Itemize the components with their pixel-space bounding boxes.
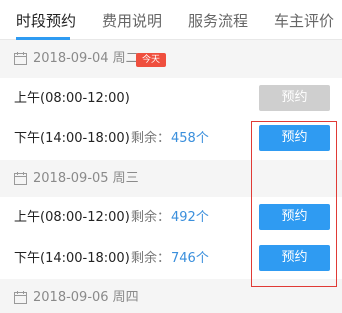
- book-button-disabled[interactable]: 预约: [259, 85, 330, 111]
- date-header: 2018-09-04 周二 今天: [0, 40, 342, 78]
- tab-service-process[interactable]: 服务流程: [188, 0, 248, 40]
- remaining-count: 492个: [171, 210, 209, 225]
- tab-time-slot-booking[interactable]: 时段预约: [16, 0, 76, 40]
- calendar-icon: [14, 52, 27, 65]
- time-slot-row: 下午(14:00-18:00) 剩余： 458个 预约: [0, 118, 342, 159]
- remaining-count: 746个: [171, 251, 209, 266]
- slot-time: 上午(08:00-12:00): [14, 210, 130, 225]
- date-header: 2018-09-05 周三: [0, 160, 342, 198]
- date-label: 2018-09-06 周四: [33, 290, 139, 305]
- remaining-label: 剩余：: [131, 210, 171, 225]
- calendar-icon: [14, 291, 27, 304]
- time-slot-row: 上午(08:00-12:00) 剩余： 492个 预约: [0, 197, 342, 238]
- tab-fee-description[interactable]: 费用说明: [102, 0, 162, 40]
- time-slot-row: 下午(14:00-18:00) 剩余： 746个 预约: [0, 238, 342, 279]
- time-slot-row: 上午(08:00-12:00) 预约: [0, 78, 342, 119]
- book-button[interactable]: 预约: [259, 245, 330, 271]
- remaining-label: 剩余：: [131, 251, 171, 266]
- today-badge: 今天: [136, 53, 166, 67]
- book-button[interactable]: 预约: [259, 204, 330, 230]
- tab-owner-reviews[interactable]: 车主评价: [274, 0, 334, 40]
- slot-time: 下午(14:00-18:00): [14, 131, 130, 146]
- slot-time: 上午(08:00-12:00): [14, 91, 130, 106]
- date-label: 2018-09-05 周三: [33, 171, 139, 186]
- book-button[interactable]: 预约: [259, 125, 330, 151]
- remaining-count: 458个: [171, 131, 209, 146]
- date-header: 2018-09-06 周四: [0, 279, 342, 313]
- date-label: 2018-09-04 周二: [33, 51, 139, 66]
- slot-time: 下午(14:00-18:00): [14, 251, 130, 266]
- remaining-label: 剩余：: [131, 131, 171, 146]
- tab-bar: 时段预约 费用说明 服务流程 车主评价: [0, 0, 342, 40]
- calendar-icon: [14, 172, 27, 185]
